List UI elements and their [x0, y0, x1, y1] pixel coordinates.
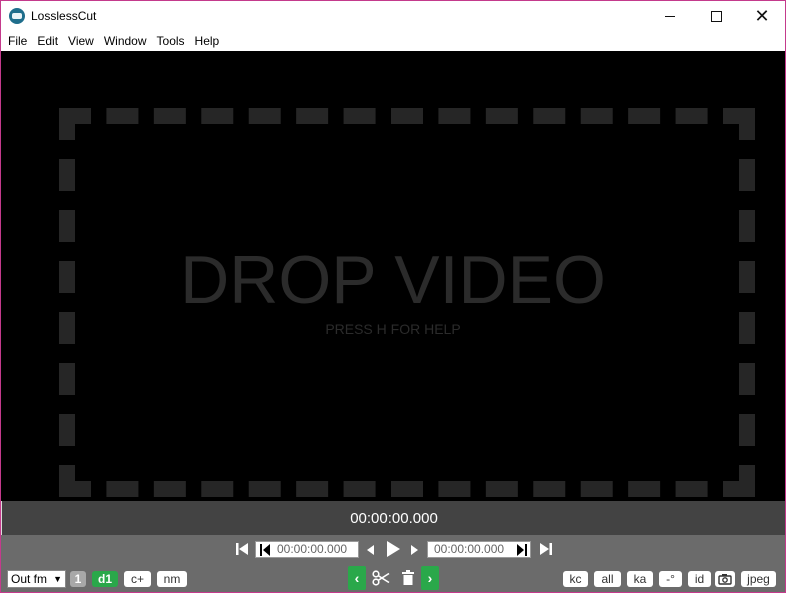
menu-window[interactable]: Window — [100, 34, 153, 48]
cut-start-time-input[interactable]: 00:00:00.000 — [255, 541, 359, 558]
scissors-icon[interactable] — [372, 570, 390, 586]
jump-to-end-icon[interactable] — [540, 542, 552, 556]
play-icon[interactable] — [386, 541, 400, 557]
segment-count-badge[interactable]: 1 — [70, 571, 86, 587]
tracks-button[interactable]: all — [594, 571, 621, 587]
menu-help[interactable]: Help — [191, 34, 226, 48]
keyframe-cut-button[interactable]: kc — [563, 571, 588, 587]
app-logo-icon — [9, 8, 25, 24]
drop-video-title: DROP VIDEO — [180, 242, 606, 318]
maximize-icon — [710, 10, 722, 22]
rotation-button[interactable]: -° — [659, 571, 682, 587]
previous-segment-button[interactable]: ‹ — [348, 566, 366, 590]
cut-end-time: 00:00:00.000 — [434, 542, 505, 556]
output-format-value: Out fm — [11, 572, 48, 586]
cut-end-time-input[interactable]: 00:00:00.000 — [427, 541, 531, 558]
menu-edit[interactable]: Edit — [33, 34, 64, 48]
menu-bar: File Edit View Window Tools Help — [1, 31, 785, 51]
close-button[interactable]: ✕ — [739, 1, 785, 31]
controls-panel: 00:00:00.000 00:00:00.000 Out fm ▼ 1 d1 … — [1, 535, 785, 592]
menu-tools[interactable]: Tools — [153, 34, 191, 48]
menu-view[interactable]: View — [64, 34, 100, 48]
capture-frame-button[interactable] — [715, 571, 735, 587]
close-icon: ✕ — [754, 6, 770, 26]
chevron-down-icon: ▼ — [53, 574, 62, 584]
menu-file[interactable]: File — [4, 34, 33, 48]
set-cut-start-icon[interactable] — [259, 543, 271, 557]
next-segment-button[interactable]: › — [421, 566, 439, 590]
current-time-display: 00:00:00.000 — [350, 510, 438, 527]
duration-toggle-button[interactable]: d1 — [92, 571, 118, 587]
cut-start-time: 00:00:00.000 — [277, 542, 348, 556]
minimize-icon — [665, 15, 675, 17]
cut-mode-button[interactable]: c+ — [124, 571, 151, 587]
id-button[interactable]: id — [688, 571, 711, 587]
maximize-button[interactable] — [693, 1, 739, 31]
chevron-left-icon: ‹ — [354, 570, 360, 586]
window-title: LosslessCut — [31, 9, 97, 23]
capture-format-button[interactable]: jpeg — [741, 571, 776, 587]
minimize-button[interactable] — [647, 1, 693, 31]
video-drop-zone[interactable]: DROP VIDEO PRESS H FOR HELP — [1, 51, 785, 501]
previous-frame-icon[interactable] — [367, 545, 375, 555]
trash-icon[interactable] — [401, 570, 415, 586]
naming-button[interactable]: nm — [157, 571, 187, 587]
keep-audio-button[interactable]: ka — [627, 571, 653, 587]
chevron-right-icon: › — [427, 570, 433, 586]
drop-video-subtitle: PRESS H FOR HELP — [325, 321, 461, 337]
camera-icon — [718, 574, 732, 585]
output-format-select[interactable]: Out fm ▼ — [7, 570, 66, 588]
title-bar: LosslessCut ✕ — [1, 1, 785, 31]
set-cut-end-icon[interactable] — [516, 543, 528, 557]
timeline-bar[interactable]: 00:00:00.000 — [1, 501, 785, 535]
app-window: LosslessCut ✕ File Edit View Window Tool… — [0, 0, 786, 593]
next-frame-icon[interactable] — [411, 545, 419, 555]
jump-to-start-icon[interactable] — [236, 542, 248, 556]
